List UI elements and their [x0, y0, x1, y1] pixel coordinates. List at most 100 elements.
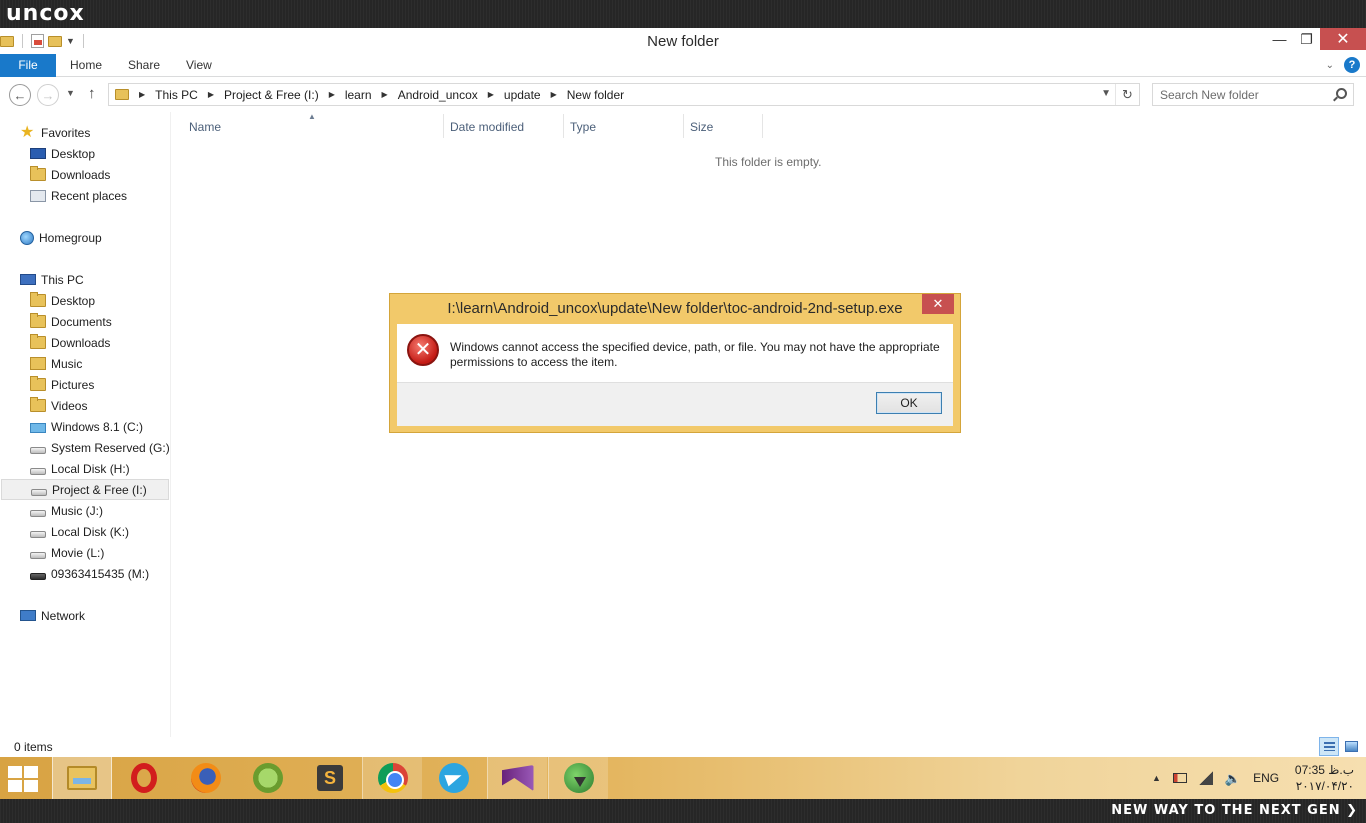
nav-pc-documents[interactable]: Documents — [30, 311, 170, 332]
nav-this-pc[interactable]: This PC — [20, 269, 170, 290]
breadcrumb-separator-icon[interactable]: ▶ — [208, 90, 214, 99]
back-arrow-icon: ← — [13, 87, 27, 103]
network-signal-icon[interactable] — [1198, 771, 1213, 785]
taskbar-opera[interactable] — [114, 757, 174, 799]
taskbar-idm[interactable] — [548, 757, 608, 799]
column-divider[interactable] — [762, 114, 763, 138]
address-bar[interactable]: ▶ This PC ▶ Project & Free (I:) ▶ learn … — [108, 83, 1140, 106]
window-title: New folder — [647, 33, 719, 50]
show-hidden-icons-chevron-icon[interactable]: ▲ — [1152, 773, 1161, 783]
breadcrumb-separator-icon[interactable]: ▶ — [551, 90, 557, 99]
nav-label: Project & Free (I:) — [52, 482, 147, 497]
nav-favorites[interactable]: ★ Favorites — [20, 122, 170, 143]
idm-icon — [563, 763, 594, 793]
nav-label: Favorites — [41, 125, 91, 140]
taskbar-explorer[interactable] — [52, 757, 112, 799]
ok-button[interactable]: OK — [876, 392, 942, 414]
column-divider[interactable] — [683, 114, 684, 138]
breadcrumb-drive-i[interactable]: Project & Free (I:) — [224, 88, 319, 102]
clock[interactable]: 07:35 ب.ظ ۲۰۱۷/۰۴/۲۰ — [1290, 762, 1354, 794]
breadcrumb-separator-icon[interactable]: ▶ — [139, 90, 145, 99]
breadcrumb-update[interactable]: update — [504, 88, 541, 102]
taskbar-chrome[interactable] — [362, 757, 422, 799]
volume-icon[interactable]: 🔈 — [1225, 771, 1241, 786]
taskbar-visual-studio[interactable] — [487, 757, 547, 799]
breadcrumb-separator-icon[interactable]: ▶ — [382, 90, 388, 99]
column-size[interactable]: Size — [690, 120, 713, 134]
search-icon[interactable] — [1336, 88, 1347, 99]
column-divider[interactable] — [443, 114, 444, 138]
nav-fav-downloads[interactable]: Downloads — [30, 164, 170, 185]
large-icons-view-button[interactable] — [1341, 737, 1361, 756]
taskbar-telegram[interactable] — [424, 757, 484, 799]
column-divider[interactable] — [563, 114, 564, 138]
nav-drive-h[interactable]: Local Disk (H:) — [30, 458, 170, 479]
windows-logo-icon — [8, 780, 22, 792]
expand-ribbon-chevron-icon[interactable]: ⌄ — [1326, 60, 1334, 71]
details-view-icon — [1324, 742, 1335, 751]
breadcrumb-this-pc[interactable]: This PC — [155, 88, 198, 102]
breadcrumb-separator-icon[interactable]: ▶ — [488, 90, 494, 99]
hard-drive-icon — [30, 446, 46, 454]
breadcrumb-android-uncox[interactable]: Android_uncox — [398, 88, 478, 102]
dialog-close-button[interactable]: ✕ — [922, 294, 954, 314]
taskbar-android-studio[interactable] — [238, 757, 298, 799]
nav-drive-j[interactable]: Music (J:) — [30, 500, 170, 521]
details-view-button[interactable] — [1319, 737, 1339, 756]
tab-file[interactable]: File — [0, 54, 56, 77]
downloads-folder-icon — [30, 334, 46, 349]
nav-pc-pictures[interactable]: Pictures — [30, 374, 170, 395]
nav-drive-l[interactable]: Movie (L:) — [30, 542, 170, 563]
nav-network[interactable]: Network — [20, 605, 170, 626]
close-button[interactable]: ✕ — [1320, 28, 1366, 50]
nav-pc-music[interactable]: Music — [30, 353, 170, 374]
recent-locations-chevron-icon[interactable]: ▼ — [66, 88, 75, 98]
forward-button[interactable]: → — [37, 84, 59, 106]
refresh-icon[interactable]: ↻ — [1115, 84, 1139, 105]
breadcrumb-separator-icon[interactable]: ▶ — [329, 90, 335, 99]
taskbar: S ▲ 🔈 ENG 07:35 ب.ظ ۲۰۱۷/۰۴/۲۰ — [0, 757, 1366, 799]
column-name[interactable]: Name — [189, 120, 221, 134]
nav-drive-i[interactable]: Project & Free (I:) — [1, 479, 169, 500]
start-button[interactable] — [8, 766, 38, 792]
clock-date: ۲۰۱۷/۰۴/۲۰ — [1295, 779, 1354, 793]
nav-label: Music — [51, 356, 83, 371]
breadcrumb-new-folder[interactable]: New folder — [567, 88, 624, 102]
nav-drive-c[interactable]: Windows 8.1 (C:) — [30, 416, 170, 437]
up-arrow-icon[interactable]: ↑ — [88, 85, 96, 102]
nav-pc-videos[interactable]: Videos — [30, 395, 170, 416]
homegroup-icon — [20, 230, 34, 245]
status-bar: 0 items — [0, 737, 1366, 757]
taskbar-sublime-text[interactable]: S — [300, 757, 360, 799]
nav-pc-desktop[interactable]: Desktop — [30, 290, 170, 311]
breadcrumb-learn[interactable]: learn — [345, 88, 372, 102]
documents-folder-icon — [30, 313, 46, 328]
help-icon[interactable]: ? — [1344, 57, 1360, 73]
address-history-chevron-icon[interactable]: ▼ — [1101, 88, 1111, 99]
nav-pc-downloads[interactable]: Downloads — [30, 332, 170, 353]
dialog-footer: OK — [397, 382, 953, 426]
search-input[interactable] — [1153, 84, 1323, 105]
tab-view[interactable]: View — [186, 54, 212, 77]
nav-fav-desktop[interactable]: Desktop — [30, 143, 170, 164]
column-date-modified[interactable]: Date modified — [450, 120, 524, 134]
restore-button[interactable]: ❐ — [1293, 28, 1320, 50]
nav-drive-g[interactable]: System Reserved (G:) — [30, 437, 170, 458]
tab-home[interactable]: Home — [70, 54, 102, 77]
tab-share[interactable]: Share — [128, 54, 160, 77]
taskbar-firefox[interactable] — [176, 757, 236, 799]
nav-drive-m[interactable]: 09363415435 (M:) — [30, 563, 170, 584]
windows-logo-icon — [24, 780, 38, 792]
dialog-body: ✕ Windows cannot access the specified de… — [397, 324, 953, 426]
nav-drive-k[interactable]: Local Disk (K:) — [30, 521, 170, 542]
back-button[interactable]: ← — [9, 84, 31, 106]
minimize-button[interactable]: — — [1266, 28, 1293, 50]
battery-icon[interactable] — [1172, 773, 1187, 783]
column-type[interactable]: Type — [570, 120, 596, 134]
input-language[interactable]: ENG — [1253, 771, 1279, 785]
forward-arrow-icon: → — [41, 87, 55, 103]
nav-homegroup[interactable]: Homegroup — [20, 227, 170, 248]
nav-fav-recent-places[interactable]: Recent places — [30, 185, 170, 206]
nav-label: Videos — [51, 398, 88, 413]
star-icon: ★ — [20, 123, 35, 141]
